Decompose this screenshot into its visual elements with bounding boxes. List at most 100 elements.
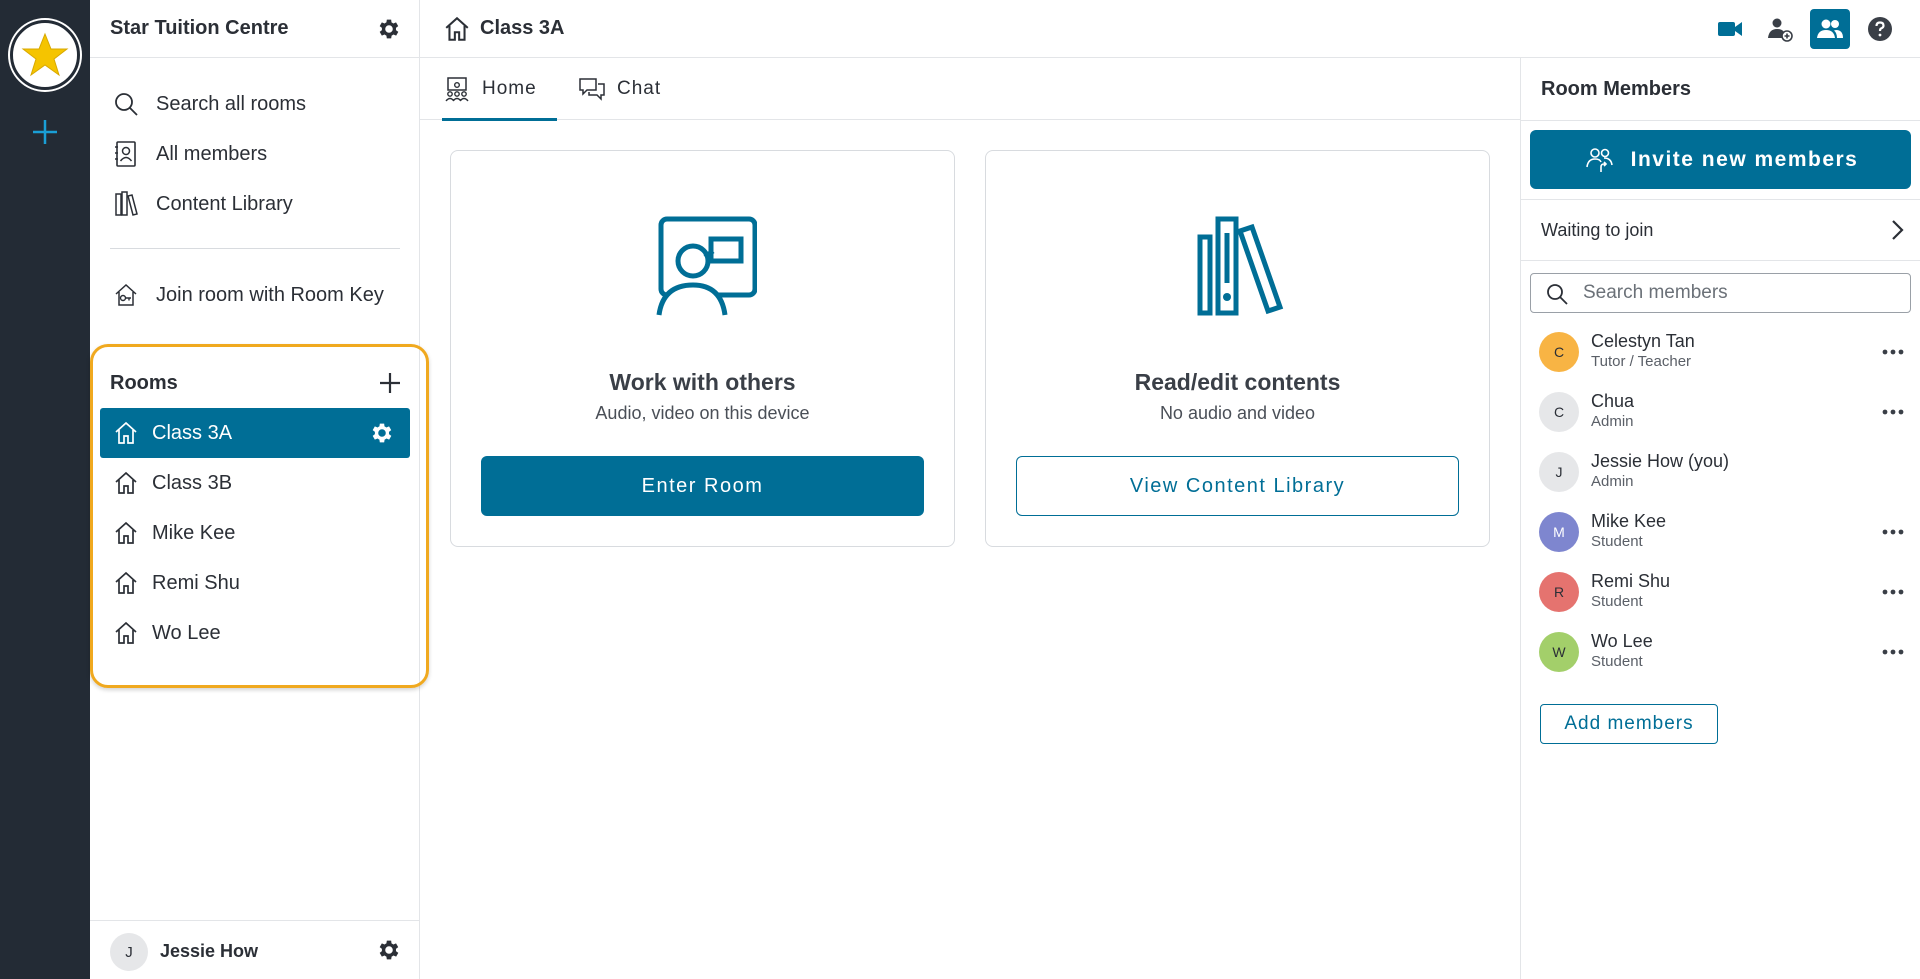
- member-role: Tutor / Teacher: [1591, 353, 1692, 370]
- add-user-button[interactable]: [1760, 9, 1800, 49]
- invite-new-members-button[interactable]: Invite new members: [1530, 130, 1911, 189]
- member-role: Admin: [1591, 473, 1634, 490]
- star-icon: [21, 32, 69, 77]
- avatar: C: [1539, 392, 1579, 432]
- home-icon: [112, 569, 140, 597]
- member-name: Jessie How (you): [1591, 451, 1730, 471]
- room-members-panel: Room Members Invite new members Waiting …: [1520, 58, 1920, 979]
- app-root: Star Tuition Centre Search all rooms All…: [0, 0, 1920, 979]
- member-role: Student: [1591, 653, 1643, 670]
- panel-title: Room Members: [1541, 78, 1692, 100]
- sidebar-header: Star Tuition Centre: [90, 0, 420, 58]
- room-tabs: Home Chat: [420, 58, 1521, 121]
- avatar: J: [1539, 452, 1579, 492]
- tab-home[interactable]: Home: [442, 58, 557, 121]
- more-options-icon[interactable]: [1878, 400, 1908, 424]
- member-role: Student: [1591, 533, 1643, 550]
- plus-icon: [33, 120, 57, 144]
- more-options-icon[interactable]: [1878, 340, 1908, 364]
- workspace-rail: [0, 0, 90, 979]
- view-content-library-button[interactable]: View Content Library: [1016, 456, 1459, 516]
- member-name: Celestyn Tan: [1591, 331, 1695, 351]
- tab-chat[interactable]: Chat: [577, 58, 661, 120]
- waiting-to-join-label[interactable]: Waiting to join: [1541, 220, 1653, 241]
- org-settings-button[interactable]: [375, 15, 403, 43]
- add-members-button[interactable]: Add members: [1540, 704, 1718, 744]
- gear-icon: [379, 940, 399, 960]
- card-title: Work with others: [609, 369, 796, 395]
- room-item-wo-lee[interactable]: Wo Lee: [100, 608, 410, 658]
- video-call-button[interactable]: [1710, 9, 1750, 49]
- room-settings-button[interactable]: [368, 419, 396, 447]
- add-workspace-button[interactable]: [27, 114, 63, 150]
- room-label: Class 3A: [152, 421, 233, 444]
- more-options-icon[interactable]: [1878, 580, 1908, 604]
- member-row[interactable]: C Chua Admin: [1521, 382, 1920, 442]
- nav-join-room-key[interactable]: Join room with Room Key: [110, 275, 410, 315]
- video-camera-icon: [1718, 22, 1742, 36]
- nav-all-members[interactable]: All members: [110, 134, 410, 174]
- home-icon: [112, 469, 140, 497]
- card-title: Read/edit contents: [1134, 369, 1341, 395]
- member-name: Mike Kee: [1591, 511, 1667, 531]
- room-item-class-3b[interactable]: Class 3B: [100, 458, 410, 508]
- members-panel-toggle[interactable]: [1810, 9, 1850, 49]
- nav-search-rooms[interactable]: Search all rooms: [110, 84, 410, 124]
- room-header: Class 3A: [420, 0, 1920, 58]
- presentation-icon: [442, 74, 472, 104]
- home-icon: [112, 419, 140, 447]
- tab-label: Chat: [617, 78, 662, 99]
- key-house-icon: [110, 279, 142, 311]
- nav-label: Search all rooms: [156, 92, 307, 115]
- member-row[interactable]: J Jessie How (you) Admin: [1521, 442, 1920, 502]
- member-role: Admin: [1591, 413, 1634, 430]
- room-label: Remi Shu: [152, 571, 240, 594]
- room-label: Class 3B: [152, 471, 233, 494]
- member-name: Wo Lee: [1591, 631, 1653, 651]
- current-user-name[interactable]: Jessie How: [160, 941, 258, 962]
- org-logo[interactable]: [10, 20, 80, 90]
- members-icon: [1817, 19, 1843, 38]
- card-subtitle: No audio and video: [1159, 403, 1316, 423]
- room-item-class-3a[interactable]: Class 3A: [100, 408, 410, 458]
- member-search-box: [1530, 273, 1911, 313]
- room-item-remi-shu[interactable]: Remi Shu: [100, 558, 410, 608]
- add-room-button[interactable]: [375, 368, 405, 398]
- member-row[interactable]: W Wo Lee Student: [1521, 622, 1920, 682]
- avatar: W: [1539, 632, 1579, 672]
- room-item-mike-kee[interactable]: Mike Kee: [100, 508, 410, 558]
- member-name: Chua: [1591, 391, 1635, 411]
- member-row[interactable]: C Celestyn Tan Tutor / Teacher: [1521, 322, 1920, 382]
- card-subtitle: Audio, video on this device: [595, 403, 810, 423]
- search-icon: [1547, 284, 1568, 305]
- search-members-input[interactable]: [1583, 280, 1893, 306]
- avatar: C: [1539, 332, 1579, 372]
- invite-members-icon: [1583, 143, 1617, 177]
- invite-label: Invite new members: [1630, 147, 1859, 171]
- help-button[interactable]: [1860, 9, 1900, 49]
- plus-icon: [380, 373, 400, 393]
- room-label: Wo Lee: [152, 621, 221, 644]
- home-icon: [442, 14, 472, 44]
- member-row[interactable]: M Mike Kee Student: [1521, 502, 1920, 562]
- contacts-icon: [110, 138, 142, 170]
- work-with-others-card: Work with others Audio, video on this de…: [450, 150, 955, 547]
- home-icon: [112, 519, 140, 547]
- user-settings-button[interactable]: [375, 936, 403, 964]
- more-options-icon[interactable]: [1878, 520, 1908, 544]
- nav-content-library[interactable]: Content Library: [110, 184, 410, 224]
- chevron-right-icon[interactable]: [1883, 216, 1911, 244]
- nav-label: Content Library: [156, 192, 293, 215]
- sidebar-footer: J Jessie How: [90, 920, 420, 979]
- gear-icon: [379, 19, 399, 39]
- member-row[interactable]: R Remi Shu Student: [1521, 562, 1920, 622]
- member-role: Student: [1591, 593, 1643, 610]
- library-icon: [1188, 213, 1292, 317]
- library-icon: [110, 188, 142, 220]
- rooms-heading: Rooms: [110, 372, 178, 394]
- add-user-icon: [1768, 18, 1793, 42]
- more-options-icon[interactable]: [1878, 640, 1908, 664]
- enter-room-button[interactable]: Enter Room: [481, 456, 924, 516]
- avatar[interactable]: J: [110, 933, 148, 971]
- page-title: Class 3A: [480, 17, 565, 39]
